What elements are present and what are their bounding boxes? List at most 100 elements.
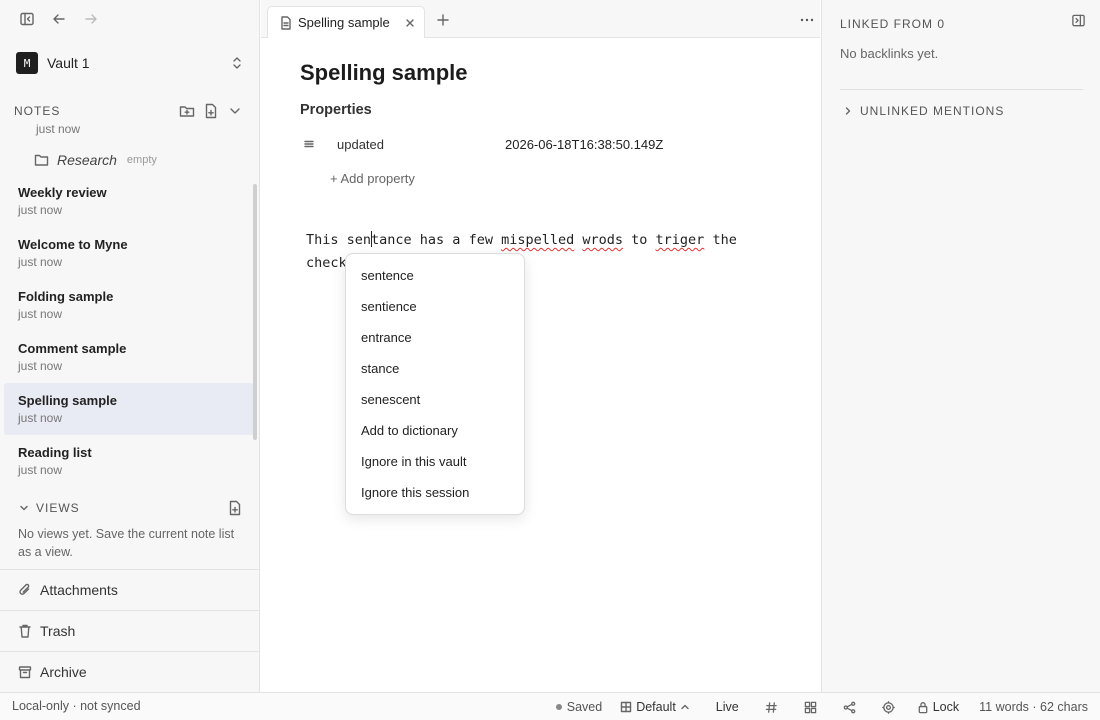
- note-subtitle: just now: [18, 307, 63, 321]
- list-item[interactable]: Reading list just now: [4, 440, 254, 492]
- lock-button[interactable]: Lock: [917, 700, 959, 714]
- unlinked-mentions-toggle[interactable]: UNLINKED MENTIONS: [842, 104, 1004, 118]
- property-row[interactable]: updated 2026-06-18T16:38:50.149Z: [303, 135, 783, 153]
- nav-trash[interactable]: Trash: [0, 610, 260, 651]
- note-list: just now Research empty Weekly review ju…: [4, 122, 254, 492]
- folder-icon: [34, 153, 49, 167]
- more-options-icon[interactable]: [798, 12, 816, 28]
- note-title: Folding sample: [18, 289, 114, 304]
- list-item[interactable]: Folding sample just now: [4, 284, 254, 336]
- forward-arrow-icon[interactable]: [82, 10, 100, 28]
- sidebar: M Vault 1 NOTES just now Research empty …: [0, 0, 260, 692]
- suggestion-item[interactable]: senescent: [346, 384, 524, 415]
- note-title: Welcome to Myne: [18, 237, 128, 252]
- status-bar: Local-only · not synced Saved Default Li…: [0, 692, 1100, 720]
- list-item[interactable]: Comment sample just now: [4, 336, 254, 388]
- lock-icon: [918, 701, 928, 713]
- grid-view-icon[interactable]: [804, 701, 817, 714]
- note-subtitle: just now: [18, 411, 63, 425]
- save-status: Saved: [555, 700, 603, 714]
- unlinked-mentions-label: UNLINKED MENTIONS: [860, 104, 1005, 118]
- note-list-scrollbar[interactable]: [253, 184, 257, 440]
- trash-icon: [18, 623, 32, 639]
- lock-label: Lock: [932, 700, 960, 714]
- tab-bar: Spelling sample: [261, 0, 820, 38]
- nav-label: Attachments: [40, 582, 118, 598]
- suggestion-item[interactable]: entrance: [346, 322, 524, 353]
- mode-button[interactable]: Live: [716, 700, 739, 714]
- backlinks-panel: LINKED FROM 0 No backlinks yet. UNLINKED…: [821, 0, 1100, 692]
- list-item[interactable]: Weekly review just now: [4, 180, 254, 232]
- vault-name: Vault 1: [47, 55, 90, 71]
- archive-icon: [18, 664, 32, 680]
- views-header[interactable]: VIEWS: [18, 500, 243, 516]
- text-run: tance has a few: [371, 232, 502, 248]
- paperclip-icon: [18, 582, 32, 598]
- note-title: Reading list: [18, 445, 92, 460]
- gear-icon[interactable]: [881, 700, 895, 714]
- nav-archive[interactable]: Archive: [0, 651, 260, 692]
- notes-header: NOTES: [14, 103, 243, 119]
- text-run: This sen: [306, 232, 372, 248]
- new-folder-icon[interactable]: [179, 103, 195, 119]
- suggestion-item[interactable]: stance: [346, 353, 524, 384]
- toggle-sidebar-icon[interactable]: [18, 10, 36, 28]
- chevron-down-icon[interactable]: [227, 103, 243, 119]
- views-empty-text: No views yet. Save the current note list…: [18, 527, 235, 559]
- linked-from-heading: LINKED FROM 0: [840, 17, 946, 31]
- notes-label: NOTES: [14, 104, 61, 118]
- text-run: the: [704, 232, 737, 248]
- list-lines-icon: [303, 139, 315, 149]
- vault-switcher[interactable]: M Vault 1: [16, 52, 243, 74]
- layout-selector[interactable]: Default: [620, 700, 690, 714]
- back-arrow-icon[interactable]: [50, 10, 68, 28]
- list-item-subtitle: just now: [36, 122, 81, 136]
- folder-empty-badge: empty: [126, 154, 157, 166]
- no-backlinks-text: No backlinks yet.: [840, 46, 939, 61]
- close-icon[interactable]: [402, 15, 418, 31]
- note-subtitle: just now: [18, 255, 63, 269]
- collapse-panel-icon[interactable]: [1070, 12, 1086, 28]
- grid-layout-icon: [620, 701, 632, 713]
- add-property-button[interactable]: + Add property: [330, 171, 415, 186]
- hashtag-icon[interactable]: [765, 701, 778, 714]
- word-count: 11 words · 62 chars: [979, 700, 1088, 714]
- graph-icon[interactable]: [843, 701, 856, 714]
- ignore-session-item[interactable]: Ignore this session: [346, 477, 524, 508]
- new-view-icon[interactable]: [227, 500, 243, 516]
- views-label: VIEWS: [36, 501, 80, 515]
- new-note-icon[interactable]: [203, 103, 219, 119]
- misspelled-word[interactable]: wrods: [582, 232, 623, 248]
- chevron-up-icon: [681, 704, 689, 710]
- tab-label: Spelling sample: [298, 15, 390, 30]
- tab-spelling-sample[interactable]: Spelling sample: [267, 6, 425, 38]
- suggestion-item[interactable]: sentience: [346, 291, 524, 322]
- nav-attachments[interactable]: Attachments: [0, 569, 260, 610]
- suggestion-item[interactable]: sentence: [346, 260, 524, 291]
- property-key[interactable]: updated: [337, 137, 505, 152]
- sync-status: Local-only · not synced: [12, 699, 141, 713]
- misspelled-word[interactable]: mispelled: [501, 232, 574, 248]
- add-tab-icon[interactable]: [435, 12, 451, 28]
- chevron-updown-icon: [231, 56, 243, 70]
- folder-research[interactable]: Research empty: [34, 150, 157, 170]
- list-item[interactable]: Welcome to Myne just now: [4, 232, 254, 284]
- list-item-selected[interactable]: Spelling sample just now: [4, 383, 254, 435]
- save-status-label: Saved: [566, 700, 603, 714]
- layout-label: Default: [636, 700, 676, 714]
- text-run: to: [623, 232, 656, 248]
- add-to-dictionary-item[interactable]: Add to dictionary: [346, 415, 524, 446]
- note-subtitle: just now: [18, 359, 63, 373]
- property-value[interactable]: 2026-06-18T16:38:50.149Z: [505, 137, 663, 152]
- nav-label: Trash: [40, 623, 76, 639]
- misspelled-word[interactable]: triger: [656, 232, 705, 248]
- vault-badge: M: [16, 52, 38, 74]
- sidebar-top-nav: [18, 10, 100, 28]
- note-subtitle: just now: [18, 463, 63, 477]
- note-title: Weekly review: [18, 185, 107, 200]
- note-title: Spelling sample: [18, 393, 117, 408]
- chevron-down-icon: [18, 502, 30, 514]
- page-title[interactable]: Spelling sample: [300, 60, 468, 86]
- ignore-in-vault-item[interactable]: Ignore in this vault: [346, 446, 524, 477]
- note-title: Comment sample: [18, 341, 127, 356]
